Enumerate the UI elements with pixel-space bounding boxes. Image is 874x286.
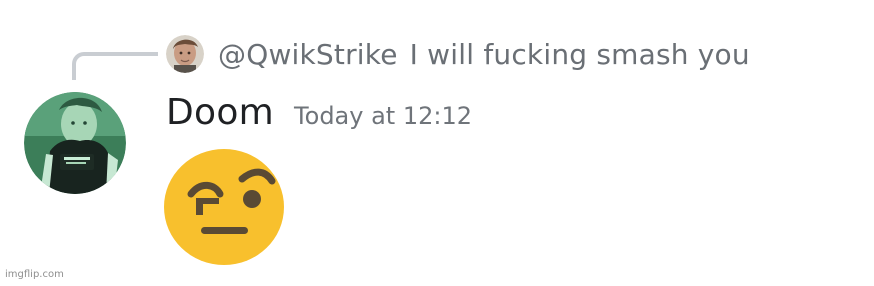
username[interactable]: Doom (166, 92, 274, 133)
message-timestamp[interactable]: Today at 12:12 (294, 102, 472, 130)
face-with-raised-eyebrow-emoji[interactable] (162, 146, 288, 268)
watermark: imgflip.com (5, 269, 64, 280)
message-header: Doom Today at 12:12 (166, 92, 472, 140)
reply-author-name[interactable]: @QwikStrike (218, 38, 398, 71)
reply-reference[interactable]: @QwikStrike I will fucking smash you (166, 34, 750, 74)
reply-spine (72, 52, 158, 80)
reply-message-text[interactable]: I will fucking smash you (410, 38, 750, 71)
reply-author-avatar[interactable] (166, 35, 204, 73)
user-avatar[interactable] (24, 92, 126, 194)
